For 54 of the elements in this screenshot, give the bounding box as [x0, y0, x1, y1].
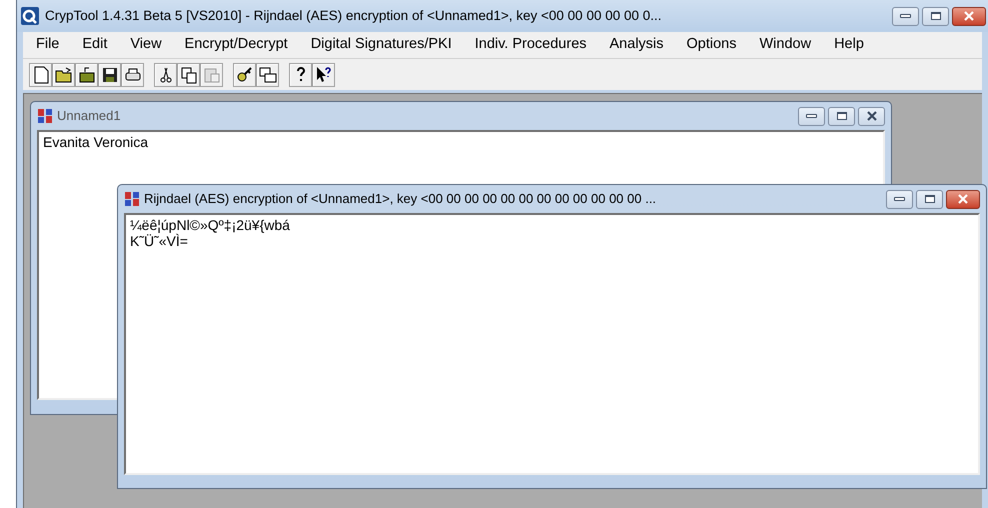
context-help-button[interactable] — [312, 62, 335, 86]
cut-button[interactable] — [154, 62, 177, 86]
maximize-button[interactable] — [922, 6, 949, 26]
open-other-button[interactable] — [75, 62, 98, 86]
maximize-icon — [930, 12, 940, 20]
print-button[interactable] — [121, 62, 144, 86]
menu-item[interactable]: Analysis — [598, 34, 675, 56]
window-title: CrypTool 1.4.31 Beta 5 [VS2010] - Rijndael (AES) encryption of <Unnamed1>, key <00 00 00 00 00 0... — [45, 6, 663, 25]
maximize-button[interactable] — [828, 106, 855, 126]
windows-button[interactable] — [256, 62, 279, 86]
folder-icon — [76, 64, 96, 84]
menu-item[interactable]: Options — [676, 34, 748, 56]
key-button[interactable] — [233, 62, 256, 86]
copy-button[interactable] — [177, 62, 200, 86]
open-button[interactable] — [52, 62, 75, 86]
minimize-icon — [900, 14, 911, 18]
menu-item[interactable]: File — [25, 34, 70, 56]
close-button[interactable] — [952, 6, 986, 26]
close-icon — [866, 111, 878, 121]
menu-item[interactable]: Window — [748, 34, 822, 56]
copy-icon — [178, 64, 198, 84]
menu-item[interactable]: Indiv. Procedures — [464, 34, 598, 56]
folder-icon — [54, 64, 74, 84]
key-icon — [234, 64, 254, 84]
menu-item[interactable]: Edit — [71, 34, 118, 56]
app-logo-icon — [124, 191, 140, 207]
app-logo-icon — [37, 108, 53, 124]
text-line: Evanita Veronica — [43, 134, 150, 150]
close-icon — [963, 11, 975, 21]
minimize-button[interactable] — [798, 106, 825, 126]
close-button[interactable] — [946, 190, 980, 208]
maximize-icon — [924, 195, 934, 203]
text-line: ¼ëê¦úpNl©»Qº‡¡2ü¥{wbá — [130, 217, 291, 233]
menu-item[interactable]: Digital Signatures/PKI — [300, 34, 463, 56]
maximize-button[interactable] — [916, 190, 943, 208]
close-icon — [957, 194, 969, 204]
menu-item[interactable]: View — [119, 34, 173, 56]
menu-item[interactable]: Help — [823, 34, 875, 56]
app-logo-icon — [21, 7, 39, 25]
help-button[interactable] — [289, 62, 312, 86]
document-title: Rijndael (AES) encryption of <Unnamed1>, key <00 00 00 00 00 00 00 00 00 00 00 00 ... — [144, 190, 658, 208]
save-button[interactable] — [98, 62, 121, 86]
minimize-button[interactable] — [892, 6, 919, 26]
menu-item[interactable]: Encrypt/Decrypt — [174, 34, 299, 56]
windows-icon — [258, 64, 278, 84]
minimize-icon — [894, 197, 905, 201]
maximize-icon — [836, 112, 846, 120]
text-editor[interactable]: ¼ëê¦úpNl©»Qº‡¡2ü¥{wbá K˜Ü˜«VÌ= — [124, 213, 980, 475]
close-button[interactable] — [858, 106, 885, 126]
document-title: Unnamed1 — [57, 107, 122, 126]
new-button[interactable] — [29, 62, 52, 86]
minimize-icon — [806, 114, 817, 118]
minimize-button[interactable] — [886, 190, 913, 208]
text-line: K˜Ü˜«VÌ= — [130, 233, 189, 249]
